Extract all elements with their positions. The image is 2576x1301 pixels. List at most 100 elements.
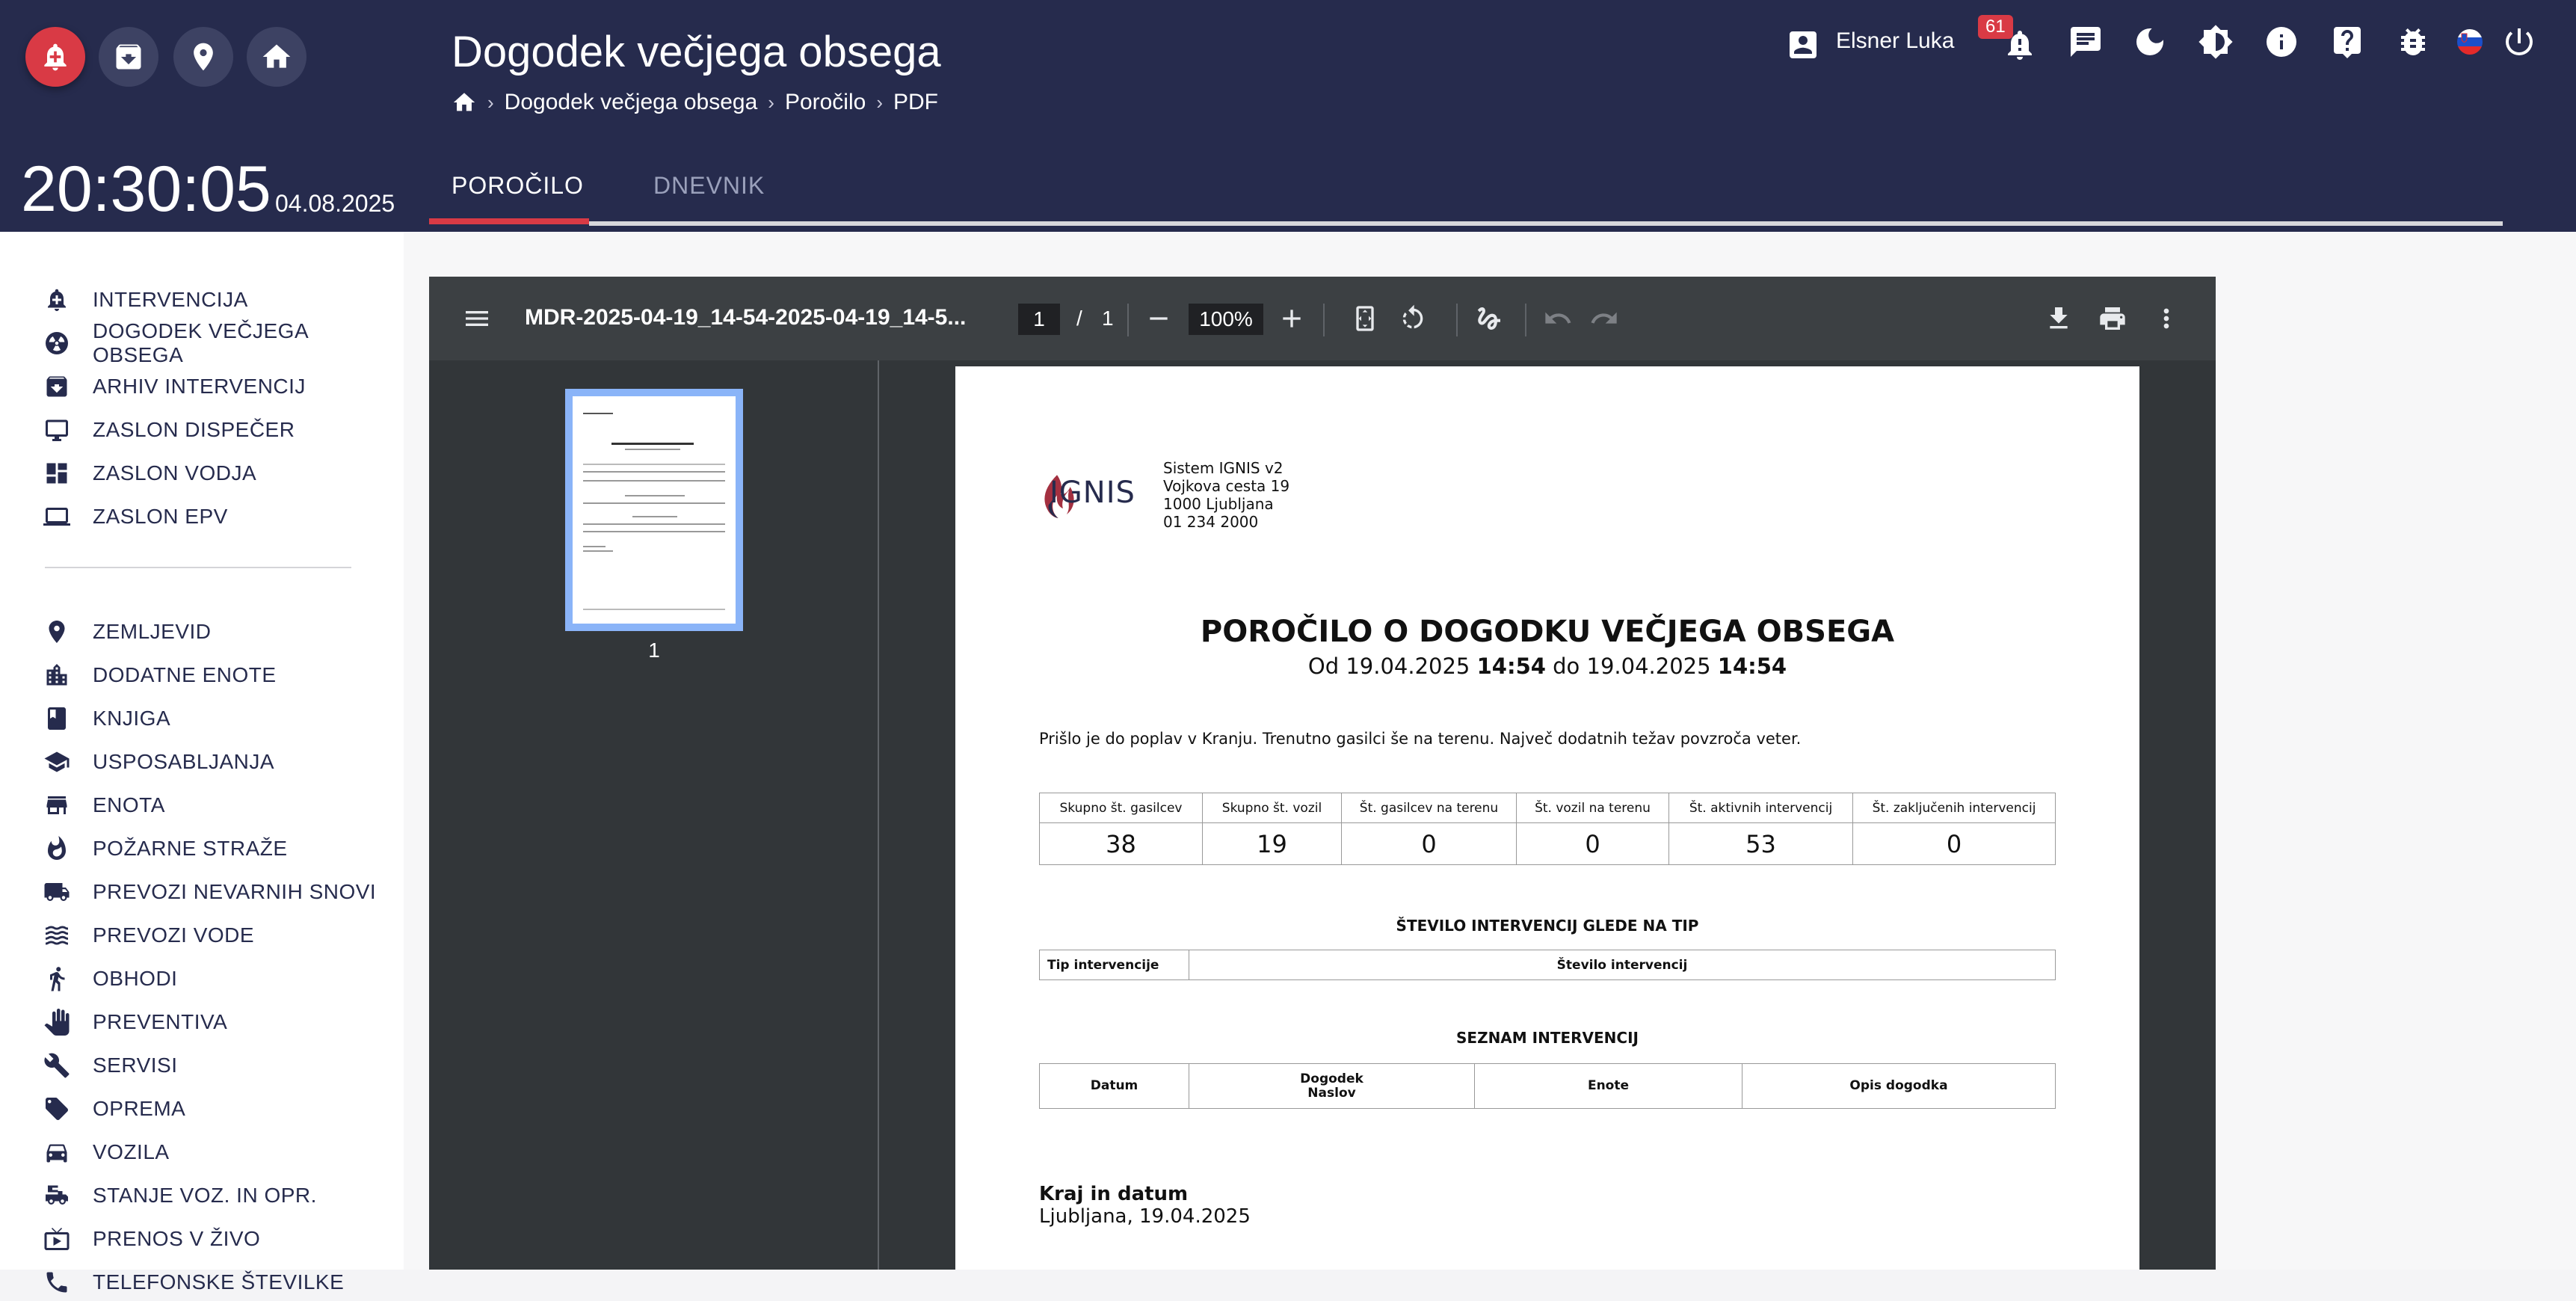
clock: 20:30:05 — [21, 153, 271, 225]
sidebar-item-label: ZASLON DISPEČER — [93, 418, 295, 441]
home-icon[interactable] — [452, 90, 477, 115]
sidebar-item-stanje-voz[interactable]: STANJE VOZ. IN OPR. — [43, 1177, 317, 1214]
contrast-button[interactable] — [2198, 24, 2234, 60]
rotate-button[interactable] — [1398, 304, 1428, 333]
sidebar-item-preventiva[interactable]: PREVENTIVA — [43, 1003, 227, 1041]
table-header-row: Datum Dogodek Naslov Enote Opis dogodka — [1039, 1063, 2056, 1109]
help-button[interactable] — [2329, 24, 2365, 60]
sidebar-item-prevozi-nevarnih-snovi[interactable]: PREVOZI NEVARNIH SNOVI — [43, 873, 376, 911]
sidebar-item-arhiv[interactable]: ARHIV INTERVENCIJ — [43, 368, 306, 405]
zoom-in-button[interactable] — [1277, 304, 1307, 333]
draw-icon — [1477, 307, 1500, 330]
language-button[interactable] — [2456, 28, 2483, 55]
sidebar-item-zaslon-epv[interactable]: ZASLON EPV — [43, 498, 228, 535]
sidebar-item-enota[interactable]: ENOTA — [43, 787, 165, 824]
wrench-icon — [44, 1053, 70, 1078]
toolbar-divider — [1127, 304, 1129, 336]
table-header-row: Tip intervencije Število intervencij — [1039, 950, 2056, 980]
sidebar-item-label: DODATNE ENOTE — [93, 663, 277, 686]
rotate-icon — [1402, 304, 1423, 329]
annotate-button[interactable] — [1474, 304, 1504, 333]
sidebar-item-label: STANJE VOZ. IN OPR. — [93, 1184, 317, 1207]
download-icon — [2050, 307, 2068, 329]
pdf-toolbar: MDR-2025-04-19_14-54-2025-04-19_14-5... … — [429, 277, 2216, 360]
table-header: Št. aktivnih intervencij — [1668, 793, 1853, 823]
logout-button[interactable] — [2501, 24, 2537, 60]
sidebar-item-zemljevid[interactable]: ZEMLJEVID — [43, 613, 212, 650]
table-header-line: Dogodek — [1300, 1071, 1364, 1086]
sidebar-divider — [45, 567, 351, 568]
sidebar-item-dogodek[interactable]: DOGODEK VEČJEGA OBSEGA — [43, 319, 404, 366]
table-header: Število intervencij — [1189, 950, 2056, 980]
zoom-level-input[interactable]: 100% — [1189, 304, 1263, 335]
toolbar-divider — [1456, 304, 1458, 336]
chevron-right-icon: › — [768, 90, 774, 114]
period-to-time: 14:54 — [1717, 653, 1787, 679]
school-icon — [44, 751, 70, 772]
sidebar-item-vozila[interactable]: VOZILA — [43, 1134, 170, 1171]
address-line: 01 234 2000 — [1163, 513, 1259, 531]
sidebar-item-label: PREVOZI NEVARNIH SNOVI — [93, 880, 377, 903]
sidebar-item-label: VOZILA — [93, 1140, 170, 1163]
sidebar-item-knjiga[interactable]: KNJIGA — [43, 700, 170, 737]
sidebar-item-label: POŽARNE STRAŽE — [93, 837, 288, 860]
breadcrumb: › Dogodek večjega obsega › Poročilo › PD… — [452, 90, 938, 115]
archive-icon — [46, 376, 67, 397]
sidebar-item-servisi[interactable]: SERVISI — [43, 1047, 177, 1084]
table-cell: 0 — [1341, 822, 1517, 865]
location-pin-icon — [49, 621, 65, 643]
table-cell: 0 — [1516, 822, 1669, 865]
bug-report-button[interactable] — [2395, 24, 2431, 60]
redo-button[interactable] — [1589, 304, 1619, 333]
sidebar-item-label: ZASLON VODJA — [93, 461, 257, 485]
page-number-input[interactable]: 1 — [1018, 304, 1060, 335]
undo-icon — [1545, 312, 1571, 324]
sidebar-item-dodatne-enote[interactable]: DODATNE ENOTE — [43, 656, 277, 694]
sidebar-item-label: PREVENTIVA — [93, 1010, 228, 1033]
breadcrumb-item[interactable]: Poročilo — [785, 90, 866, 115]
tab-dnevnik[interactable]: DNEVNIK — [653, 172, 765, 200]
sidebar-item-prenos-v-zivo[interactable]: PRENOS V ŽIVO — [43, 1220, 260, 1258]
place-date-label: Kraj in datum — [1039, 1183, 1189, 1205]
tag-icon — [46, 1098, 68, 1120]
table-header: Opis dogodka — [1742, 1063, 2056, 1109]
thumbnail-page-number: 1 — [648, 639, 660, 662]
sidebar-item-label: INTERVENCIJA — [93, 288, 248, 311]
fit-page-button[interactable] — [1350, 304, 1380, 333]
current-date: 04.08.2025 — [275, 190, 395, 217]
sidebar-toggle-button[interactable] — [462, 304, 492, 333]
tab-porocilo[interactable]: POROČILO — [452, 172, 584, 200]
bug-icon — [2401, 28, 2425, 55]
messages-button[interactable] — [2068, 24, 2104, 60]
sidebar-item-obhodi[interactable]: OBHODI — [43, 960, 177, 997]
print-button[interactable] — [2098, 304, 2127, 333]
undo-button[interactable] — [1543, 304, 1573, 333]
sidebar-item-intervencija[interactable]: INTERVENCIJA — [43, 281, 248, 319]
page-thumbnail[interactable] — [565, 389, 743, 631]
user-profile-button[interactable] — [1785, 27, 1821, 63]
user-name[interactable]: Elsner Luka — [1836, 28, 1954, 54]
dark-mode-button[interactable] — [2132, 24, 2168, 60]
sidebar-item-usposabljanja[interactable]: USPOSABLJANJA — [43, 743, 274, 781]
power-icon — [2506, 28, 2533, 55]
toolbar-divider — [1323, 304, 1325, 336]
header-toolbar — [0, 24, 2576, 84]
radioactive-icon — [46, 332, 68, 354]
sidebar-item-zaslon-dispecer[interactable]: ZASLON DISPEČER — [43, 411, 295, 449]
sidebar-item-label: OPREMA — [93, 1097, 186, 1120]
period-from-date: 19.04.2025 — [1346, 653, 1470, 679]
sidebar-item-prevozi-vode[interactable]: PREVOZI VODE — [43, 917, 254, 954]
sidebar-item-label: PRENOS V ŽIVO — [93, 1227, 261, 1250]
download-button[interactable] — [2044, 304, 2074, 333]
sidebar-item-oprema[interactable]: OPREMA — [43, 1090, 185, 1128]
sidebar-item-zaslon-vodja[interactable]: ZASLON VODJA — [43, 455, 256, 492]
more-options-button[interactable] — [2151, 304, 2181, 333]
info-button[interactable] — [2264, 24, 2299, 60]
breadcrumb-item[interactable]: Dogodek večjega obsega — [505, 90, 758, 115]
zoom-out-button[interactable] — [1144, 304, 1174, 333]
sidebar-item-label: ZASLON EPV — [93, 505, 228, 528]
sidebar-item-pozarne-straze[interactable]: POŽARNE STRAŽE — [43, 830, 288, 867]
intervention-type-table: Tip intervencije Število intervencij — [1039, 950, 2056, 980]
buildings-icon — [46, 664, 67, 686]
period-from-time: 14:54 — [1476, 653, 1546, 679]
